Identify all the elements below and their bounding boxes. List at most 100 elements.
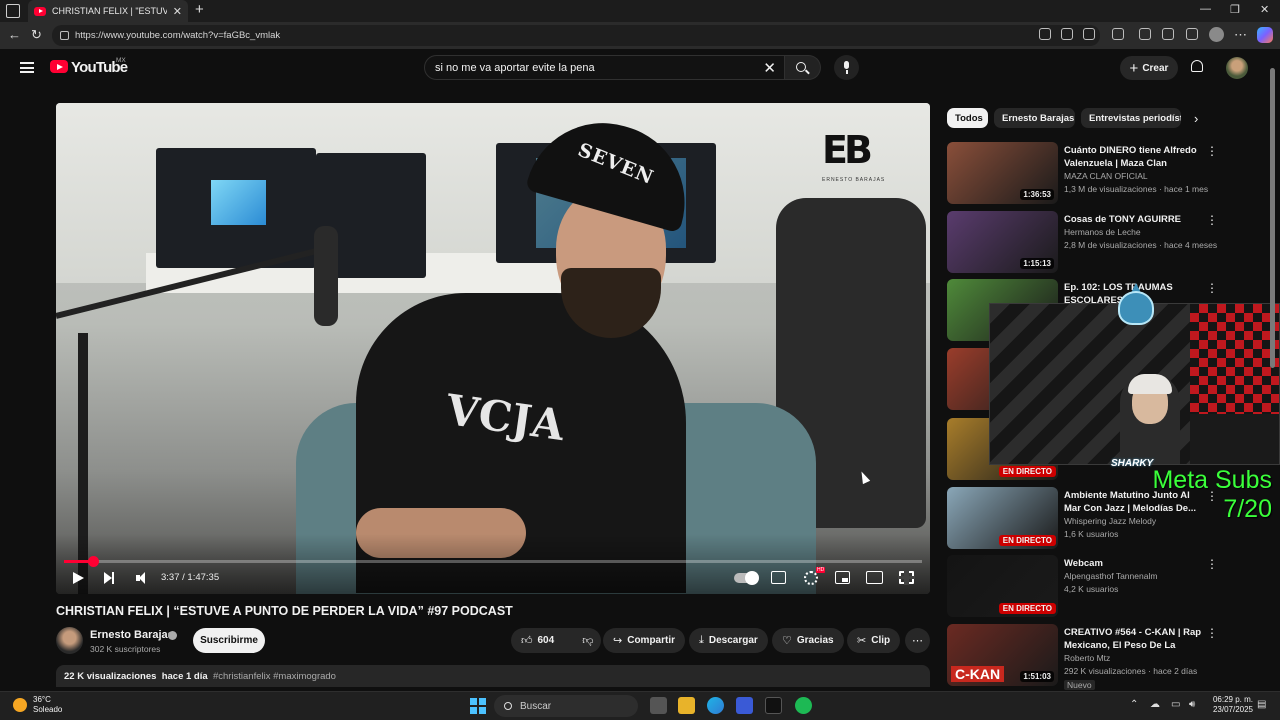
menu-icon[interactable] xyxy=(20,62,34,73)
volume-icon[interactable] xyxy=(136,571,150,585)
account-avatar[interactable] xyxy=(1226,57,1248,79)
more-vertical-icon[interactable]: ⋮ xyxy=(1206,281,1218,295)
favorite-star-icon[interactable] xyxy=(1083,28,1095,40)
app-icon[interactable] xyxy=(736,697,753,714)
channel-name[interactable]: Ernesto Barajas xyxy=(90,629,174,641)
play-icon[interactable] xyxy=(73,572,84,584)
onedrive-cloud-icon[interactable]: ☁ xyxy=(1150,699,1160,710)
file-explorer-icon[interactable] xyxy=(678,697,695,714)
new-tab-button[interactable]: + xyxy=(195,1,204,18)
autoplay-toggle[interactable] xyxy=(734,571,759,585)
clear-search-icon[interactable]: ✕ xyxy=(763,59,776,77)
more-actions-button[interactable]: ⋯ xyxy=(905,628,930,653)
recommended-video[interactable]: C-KAN 1:51:03 CREATIVO #564 - C-KAN | Rap … xyxy=(947,624,1267,690)
more-vertical-icon[interactable]: ⋮ xyxy=(1206,213,1218,227)
like-thumb-icon[interactable]: 👍︎ xyxy=(521,634,533,647)
search-input[interactable] xyxy=(435,61,755,74)
hashtags[interactable]: #christianfelix #maximogrado xyxy=(213,671,336,682)
notifications-bell-icon[interactable] xyxy=(1191,60,1203,72)
like-count[interactable]: 604 xyxy=(538,635,555,646)
back-icon[interactable]: ← xyxy=(8,27,21,42)
more-vertical-icon[interactable]: ⋮ xyxy=(1206,626,1218,640)
recommended-title[interactable]: Cuánto DINERO tiene Alfredo Valenzuela |… xyxy=(1064,144,1204,170)
video-thumbnail[interactable]: EN DIRECTO xyxy=(947,555,1058,617)
youtube-logo-icon[interactable] xyxy=(50,60,68,73)
share-button[interactable]: ↪ Compartir xyxy=(603,628,686,653)
url-field[interactable]: https://www.youtube.com/watch?v=faGBc_vm… xyxy=(52,25,1100,46)
minimize-icon[interactable]: — xyxy=(1200,3,1211,15)
translate-icon[interactable] xyxy=(1039,28,1051,40)
browser-essentials-icon[interactable] xyxy=(1186,28,1198,40)
favorites-icon[interactable] xyxy=(1162,28,1174,40)
more-vertical-icon[interactable]: ⋮ xyxy=(1206,144,1218,158)
sync-icon[interactable] xyxy=(1112,28,1124,40)
edge-browser-icon[interactable] xyxy=(707,697,724,714)
weather-widget[interactable]: 36°C Soleado xyxy=(33,695,62,715)
system-clock[interactable]: 06:29 p. m. 23/07/2025 xyxy=(1209,695,1253,715)
video-thumbnail[interactable]: EN DIRECTO xyxy=(947,487,1058,549)
channel-avatar[interactable] xyxy=(56,627,83,654)
theater-mode-icon[interactable] xyxy=(866,571,883,584)
tab-actions-icon[interactable] xyxy=(6,4,20,18)
close-tab-icon[interactable]: ✕ xyxy=(173,5,182,18)
video-thumbnail[interactable]: C-KAN 1:51:03 xyxy=(947,624,1058,686)
restore-icon[interactable]: ❐ xyxy=(1230,3,1240,16)
video-player[interactable]: SEVEN VCJA EB ERNESTO BARAJAS 3:37 / 1:4… xyxy=(56,103,930,594)
page-scrollbar[interactable] xyxy=(1270,62,1275,682)
download-button[interactable]: ⤓ Descargar xyxy=(689,628,768,653)
recommended-channel[interactable]: Roberto Mtz xyxy=(1064,653,1110,663)
close-window-icon[interactable]: ✕ xyxy=(1260,3,1269,16)
dislike-thumb-icon[interactable]: 👎︎ xyxy=(582,634,593,647)
chip-entrevistas[interactable]: Entrevistas periodísticas xyxy=(1081,108,1181,128)
recommended-video[interactable]: 1:36:53 Cuánto DINERO tiene Alfredo Valen… xyxy=(947,142,1267,204)
apps-icon[interactable] xyxy=(1061,28,1073,40)
voice-search-button[interactable] xyxy=(834,55,859,80)
fullscreen-icon[interactable] xyxy=(898,570,915,585)
recommended-video[interactable]: EN DIRECTO Webcam Alpengasthof Tannenalm 4,… xyxy=(947,555,1267,617)
video-thumbnail[interactable]: 1:15:13 xyxy=(947,211,1058,273)
copilot-icon[interactable] xyxy=(1257,27,1273,43)
subscribe-button[interactable]: Suscribirme xyxy=(193,628,265,653)
scrollbar-thumb[interactable] xyxy=(1270,68,1275,368)
clip-button[interactable]: ✂ Clip xyxy=(847,628,901,653)
recommended-channel[interactable]: Alpengasthof Tannenalm xyxy=(1064,571,1157,581)
recommended-title[interactable]: Webcam xyxy=(1064,557,1204,570)
more-vertical-icon[interactable]: ⋮ xyxy=(1206,557,1218,571)
progress-bar[interactable] xyxy=(64,556,922,567)
browser-profile-icon[interactable] xyxy=(1209,27,1224,42)
browser-tab[interactable]: CHRISTIAN FELIX | "ESTUVE A PUNTO ✕ xyxy=(28,0,188,22)
chips-next-icon[interactable]: › xyxy=(1194,111,1198,126)
channel-watermark-logo: EB xyxy=(822,128,873,172)
weather-sun-icon[interactable] xyxy=(13,698,27,712)
search-box: ✕ xyxy=(424,55,785,80)
recommended-channel[interactable]: Hermanos de Leche xyxy=(1064,227,1141,237)
notification-center-icon[interactable]: ▤ xyxy=(1257,699,1266,710)
chip-todos[interactable]: Todos xyxy=(947,108,988,128)
video-thumbnail[interactable]: 1:36:53 xyxy=(947,142,1058,204)
recommended-title[interactable]: CREATIVO #564 - C-KAN | Rap Mexicano, El… xyxy=(1064,626,1204,652)
recommended-channel[interactable]: MAZA CLAN OFICIAL xyxy=(1064,171,1148,181)
search-button[interactable] xyxy=(785,55,821,80)
site-info-icon[interactable] xyxy=(60,31,69,40)
refresh-icon[interactable]: ↻ xyxy=(31,27,42,43)
next-video-icon[interactable] xyxy=(104,572,114,584)
recommended-title[interactable]: Cosas de TONY AGUIRRE xyxy=(1064,213,1204,226)
settings-gear-icon[interactable] xyxy=(804,571,818,585)
obs-icon[interactable] xyxy=(765,697,782,714)
start-windows-icon[interactable] xyxy=(470,698,486,714)
spotify-icon[interactable] xyxy=(795,697,812,714)
task-view-icon[interactable] xyxy=(650,697,667,714)
taskbar-search[interactable]: Buscar xyxy=(494,695,638,717)
extension-icon[interactable] xyxy=(1139,28,1151,40)
subtitles-icon[interactable] xyxy=(771,571,786,584)
recommended-video[interactable]: 1:15:13 Cosas de TONY AGUIRRE Hermanos de … xyxy=(947,211,1267,273)
chip-ernesto-barajas[interactable]: Ernesto Barajas xyxy=(994,108,1075,128)
thanks-button[interactable]: ♡ Gracias xyxy=(772,628,844,653)
tray-overflow-icon[interactable]: ⌃ xyxy=(1130,699,1138,710)
miniplayer-icon[interactable] xyxy=(835,571,850,584)
volume-tray-icon[interactable]: 🔊︎ xyxy=(1189,699,1195,710)
network-icon[interactable]: ▭ xyxy=(1171,699,1180,710)
create-button[interactable]: + Crear xyxy=(1120,56,1178,80)
browser-menu-icon[interactable]: ⋯ xyxy=(1234,27,1247,43)
description-box[interactable]: 22 K visualizaciones hace 1 día #christi… xyxy=(56,665,930,687)
